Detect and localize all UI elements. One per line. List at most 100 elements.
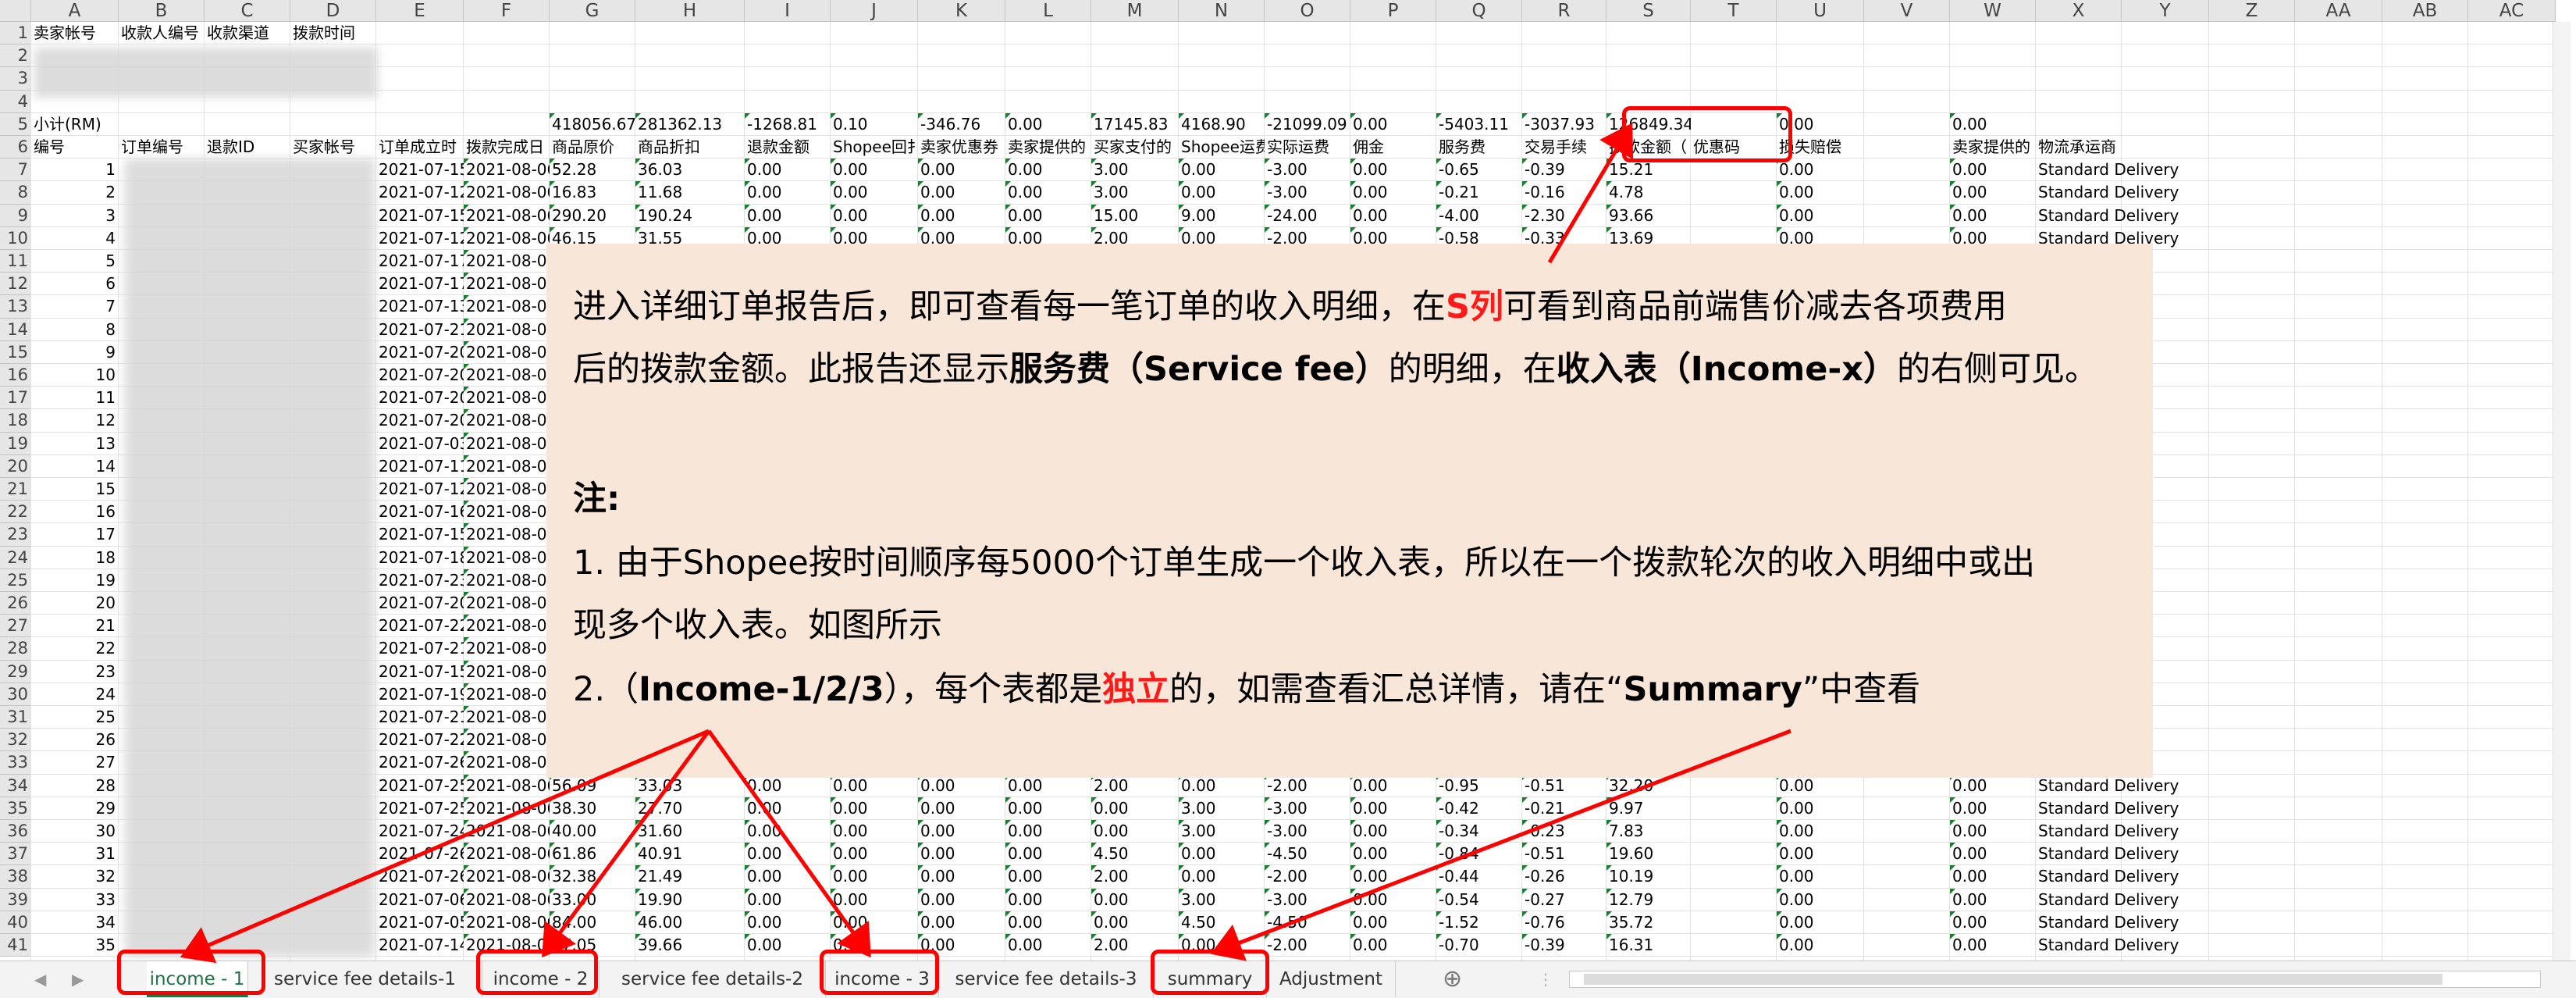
row-header-29[interactable]: 29 xyxy=(0,660,31,683)
column-header-m[interactable]: M xyxy=(1091,0,1179,22)
row-header-22[interactable]: 22 xyxy=(0,501,31,524)
column-header-h[interactable]: H xyxy=(635,0,745,22)
tab-adjustment[interactable]: Adjustment xyxy=(1267,961,1396,997)
row-header-38[interactable]: 38 xyxy=(0,865,31,889)
column-header-s[interactable]: S xyxy=(1606,0,1691,22)
row-header-32[interactable]: 32 xyxy=(0,729,31,752)
row-header-3[interactable]: 3 xyxy=(0,67,31,91)
column-header-z[interactable]: Z xyxy=(2209,0,2295,22)
spreadsheet-grid[interactable]: A B C D E F G H I J K L M N O P Q R S T U V W X Y Z AA AB AC 1234567… xyxy=(0,0,2576,961)
column-header-d[interactable]: D xyxy=(290,0,376,22)
tab-scroll-right-icon[interactable]: ▶ xyxy=(72,961,84,997)
row-header-11[interactable]: 11 xyxy=(0,250,31,273)
row-header-34[interactable]: 34 xyxy=(0,774,31,797)
row-header-18[interactable]: 18 xyxy=(0,409,31,433)
row-header-24[interactable]: 24 xyxy=(0,546,31,569)
column-header-p[interactable]: P xyxy=(1350,0,1436,22)
row-header-7[interactable]: 7 xyxy=(0,159,31,182)
select-all-corner[interactable] xyxy=(0,0,31,22)
row-header-15[interactable]: 15 xyxy=(0,340,31,364)
row-header-33[interactable]: 33 xyxy=(0,751,31,775)
column-header-c[interactable]: C xyxy=(205,0,290,22)
row-header-23[interactable]: 23 xyxy=(0,523,31,547)
row-header-41[interactable]: 41 xyxy=(0,934,31,957)
row-header-19[interactable]: 19 xyxy=(0,432,31,455)
row-header-13[interactable]: 13 xyxy=(0,295,31,319)
row-header-16[interactable]: 16 xyxy=(0,364,31,387)
zero-value: 0.00 xyxy=(1005,181,1091,204)
row-header-6[interactable]: 6 xyxy=(0,136,31,159)
tab-service-fee-details-1[interactable]: service fee details-1 xyxy=(248,961,482,997)
row-header-40[interactable]: 40 xyxy=(0,911,31,934)
row-header-27[interactable]: 27 xyxy=(0,615,31,638)
column-header-k[interactable]: K xyxy=(918,0,1005,22)
horizontal-scrollbar[interactable] xyxy=(1569,971,2541,988)
order-date: 2021-07-26 xyxy=(379,844,464,864)
column-header-x[interactable]: X xyxy=(2036,0,2122,22)
add-sheet-icon[interactable]: ⊕ xyxy=(1443,961,1462,997)
row-header-4[interactable]: 4 xyxy=(0,90,31,113)
order-date: 2021-07-15 xyxy=(379,661,464,681)
row-header-35[interactable]: 35 xyxy=(0,797,31,820)
tab-service-fee-details-3[interactable]: service fee details-3 xyxy=(939,961,1154,997)
column-header-ac[interactable]: AC xyxy=(2468,0,2556,22)
column-header-b[interactable]: B xyxy=(119,0,205,22)
logistics-carrier: Standard Delivery xyxy=(2038,844,2179,864)
row-header-28[interactable]: 28 xyxy=(0,637,31,661)
row-header-5[interactable]: 5 xyxy=(0,112,31,136)
row1-header: 卖家帐号 xyxy=(34,23,96,42)
row-header-12[interactable]: 12 xyxy=(0,273,31,296)
subtotal-value: -21099.09 xyxy=(1265,112,1350,136)
row-header-14[interactable]: 14 xyxy=(0,318,31,341)
row-header-39[interactable]: 39 xyxy=(0,888,31,911)
row-index: 18 xyxy=(95,547,116,567)
zero-value: 0.00 xyxy=(1005,843,1091,865)
discount: 21.49 xyxy=(635,865,745,888)
payout-date: 2021-08-06 xyxy=(464,181,550,204)
column-header-n[interactable]: N xyxy=(1179,0,1265,22)
vertical-scrollbar[interactable] xyxy=(2553,22,2571,961)
row-header-20[interactable]: 20 xyxy=(0,454,31,478)
row-header-37[interactable]: 37 xyxy=(0,843,31,866)
row-header-30[interactable]: 30 xyxy=(0,683,31,706)
column-header-aa[interactable]: AA xyxy=(2295,0,2382,22)
column-header-t[interactable]: T xyxy=(1691,0,1777,22)
row-header-17[interactable]: 17 xyxy=(0,387,31,410)
payout-date: 2021-08-06 xyxy=(464,523,550,546)
column-header-y[interactable]: Y xyxy=(2122,0,2209,22)
column-header-ab[interactable]: AB xyxy=(2382,0,2468,22)
column-header-j[interactable]: J xyxy=(831,0,918,22)
row-header-9[interactable]: 9 xyxy=(0,204,31,227)
column-header-l[interactable]: L xyxy=(1005,0,1091,22)
column-title: 卖家提供的 xyxy=(1008,137,1086,156)
row1-header: 收款渠道 xyxy=(207,23,269,42)
row-header-2[interactable]: 2 xyxy=(0,45,31,68)
column-header-o[interactable]: O xyxy=(1265,0,1350,22)
row-header-36[interactable]: 36 xyxy=(0,820,31,843)
tab-service-fee-details-2[interactable]: service fee details-2 xyxy=(600,961,826,997)
tab-scroll-left-icon[interactable]: ◀ xyxy=(34,961,46,997)
row-header-26[interactable]: 26 xyxy=(0,592,31,615)
horizontal-scroll-thumb[interactable] xyxy=(1584,974,2443,985)
column-header-a[interactable]: A xyxy=(31,0,119,22)
column-header-g[interactable]: G xyxy=(550,0,635,22)
column-header-e[interactable]: E xyxy=(376,0,464,22)
column-header-w[interactable]: W xyxy=(1950,0,2036,22)
zero-value: 0.00 xyxy=(831,204,918,227)
column-header-r[interactable]: R xyxy=(1522,0,1606,22)
order-date: 2021-07-05 xyxy=(379,912,464,932)
column-header-f[interactable]: F xyxy=(464,0,550,22)
row-header-10[interactable]: 10 xyxy=(0,226,31,250)
row-header-31[interactable]: 31 xyxy=(0,706,31,729)
row-index: 31 xyxy=(95,844,116,864)
row-header-1[interactable]: 1 xyxy=(0,22,31,45)
tab-split-handle-icon[interactable]: ⋮ xyxy=(1538,961,1553,997)
row-header-8[interactable]: 8 xyxy=(0,181,31,205)
row-header-25[interactable]: 25 xyxy=(0,569,31,592)
column-header-q[interactable]: Q xyxy=(1436,0,1522,22)
column-header-u[interactable]: U xyxy=(1777,0,1864,22)
transaction-fee: -0.16 xyxy=(1522,181,1606,204)
row-header-21[interactable]: 21 xyxy=(0,478,31,501)
column-header-v[interactable]: V xyxy=(1864,0,1950,22)
column-header-i[interactable]: I xyxy=(745,0,831,22)
